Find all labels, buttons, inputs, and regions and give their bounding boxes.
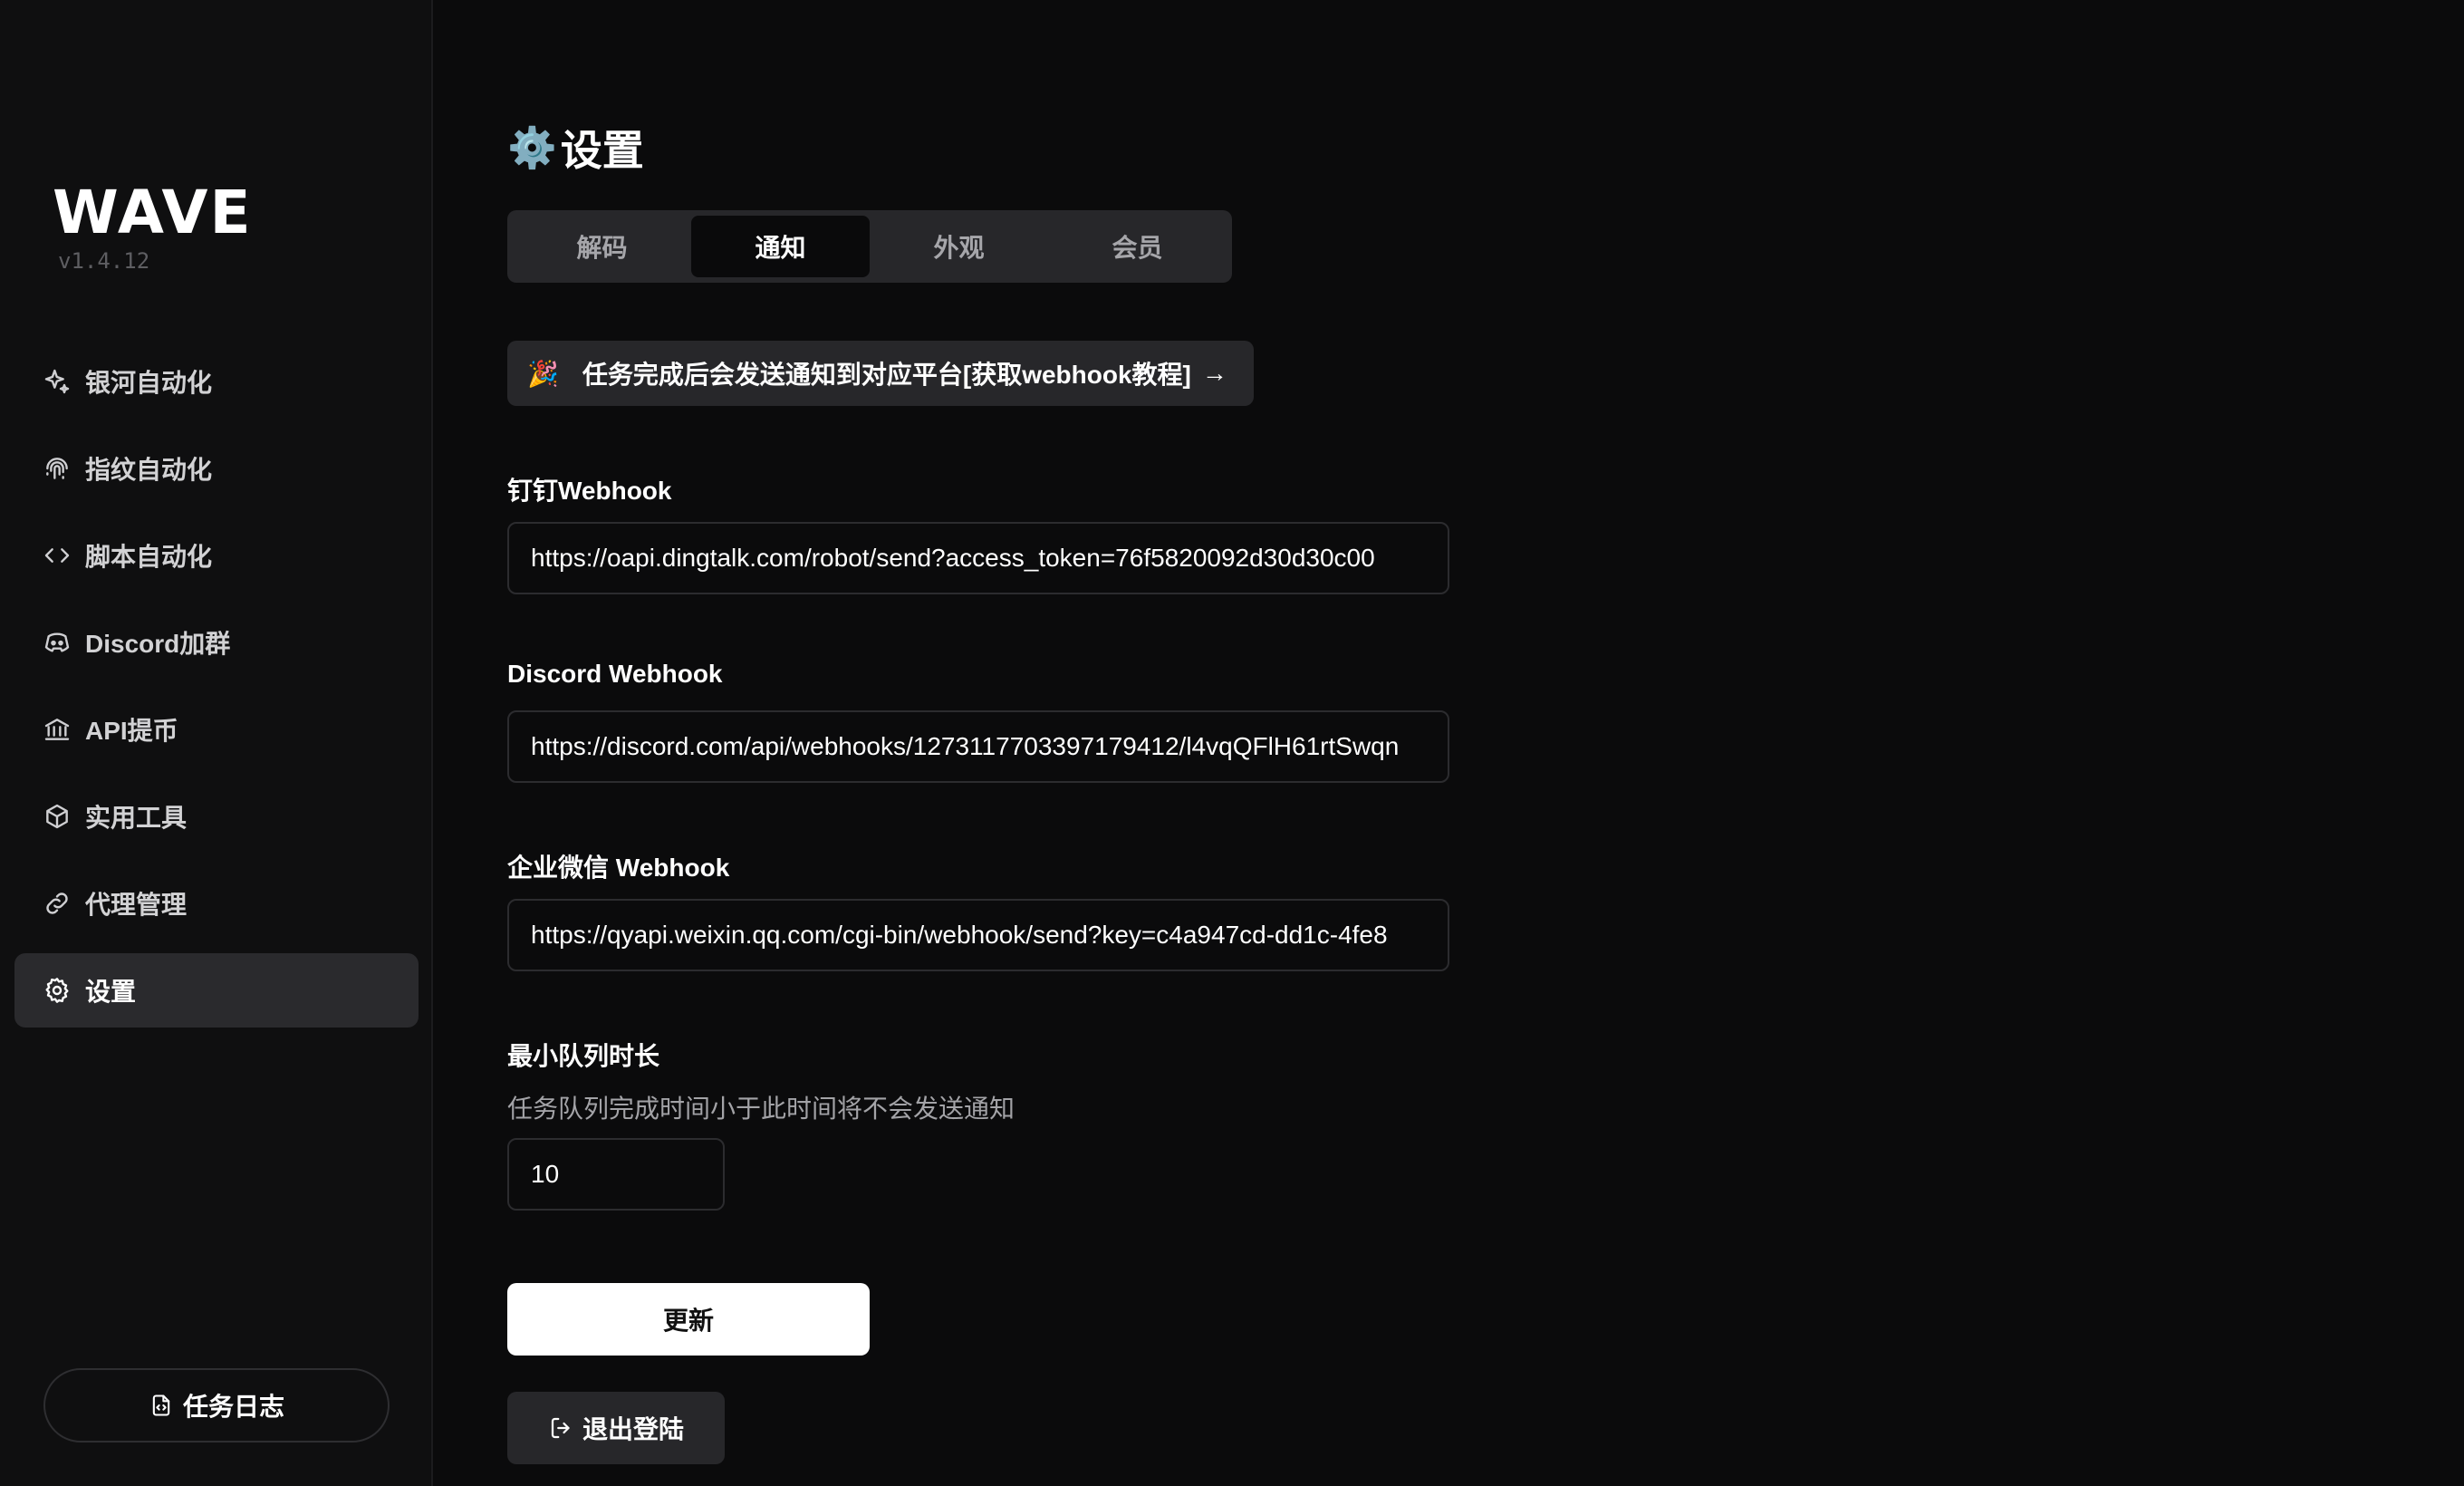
sidebar-item-label: 指纹自动化 [85,456,213,484]
tab-membership[interactable]: 会员 [1048,216,1227,277]
gear-emoji-icon: ⚙️ [507,126,557,170]
min-queue-duration-label: 最小队列时长 [507,1042,660,1070]
sparkles-icon [42,366,72,397]
sidebar-item-label: 代理管理 [85,891,188,919]
settings-tabs: 解码 通知 外观 会员 [507,210,1232,283]
link-icon [42,888,72,919]
tab-decode[interactable]: 解码 [513,216,691,277]
discord-webhook-input[interactable] [507,710,1449,783]
sidebar-item-label: 设置 [85,978,137,1006]
sidebar-item-galaxy-automation[interactable]: 银河自动化 [14,344,419,419]
party-popper-icon: 🎉 [527,359,559,388]
bank-icon [42,714,72,745]
logout-icon [551,1417,570,1439]
tab-notification[interactable]: 通知 [691,216,870,277]
code-icon [42,540,72,571]
app-version: v1.4.12 [58,248,150,274]
sidebar-item-script-automation[interactable]: 脚本自动化 [14,518,419,593]
webhook-tutorial-banner[interactable]: 🎉 任务完成后会发送通知到对应平台[获取webhook教程] → [507,341,1254,406]
wecom-webhook-label: 企业微信 Webhook [507,854,730,882]
sidebar-item-label: 实用工具 [85,804,188,832]
discord-icon [42,627,72,658]
sidebar-item-settings[interactable]: 设置 [14,953,419,1028]
discord-webhook-label: Discord Webhook [507,660,723,688]
dingtalk-webhook-input[interactable] [507,522,1449,594]
sidebar-item-api-withdraw[interactable]: API提币 [14,692,419,767]
sidebar-item-utilities[interactable]: 实用工具 [14,779,419,854]
file-code-icon [152,1394,170,1416]
min-queue-duration-hint: 任务队列完成时间小于此时间将不会发送通知 [507,1095,1015,1123]
arrow-right-icon: → [1201,359,1227,387]
sidebar-item-discord-join[interactable]: Discord加群 [14,605,419,680]
dingtalk-webhook-label: 钉钉Webhook [507,477,672,505]
task-log-label: 任务日志 [182,1393,284,1421]
min-queue-duration-input[interactable] [507,1138,725,1211]
sidebar: WAVE v1.4.12 银河自动化 指纹自动化 脚本自动化 Discord加群… [0,0,433,1486]
sidebar-item-fingerprint-automation[interactable]: 指纹自动化 [14,431,419,506]
sidebar-nav: 银河自动化 指纹自动化 脚本自动化 Discord加群 API提币 实用工具 代… [14,344,419,1040]
sidebar-item-label: API提币 [85,717,178,745]
logo-text: WAVE [53,178,253,247]
wecom-webhook-input[interactable] [507,899,1449,971]
sidebar-item-label: 银河自动化 [85,369,213,397]
fingerprint-icon [42,453,72,484]
banner-text: 任务完成后会发送通知到对应平台[获取webhook教程] [582,361,1191,389]
logout-label: 退出登陆 [582,1415,684,1443]
task-log-button[interactable]: 任务日志 [43,1368,390,1443]
page-title-text: 设置 [560,127,644,174]
gear-icon [42,975,72,1006]
package-icon [42,801,72,832]
sidebar-item-label: 脚本自动化 [85,543,213,571]
sidebar-item-proxy-management[interactable]: 代理管理 [14,866,419,941]
tab-appearance[interactable]: 外观 [870,216,1048,277]
logout-button[interactable]: 退出登陆 [507,1392,725,1464]
app-logo: WAVE v1.4.12 [53,178,253,275]
update-button[interactable]: 更新 [507,1283,870,1356]
page-title: ⚙️ 设置 [507,118,644,178]
settings-main: ⚙️ 设置 解码 通知 外观 会员 🎉 任务完成后会发送通知到对应平台[获取we… [507,0,2410,1486]
sidebar-item-label: Discord加群 [85,630,231,658]
